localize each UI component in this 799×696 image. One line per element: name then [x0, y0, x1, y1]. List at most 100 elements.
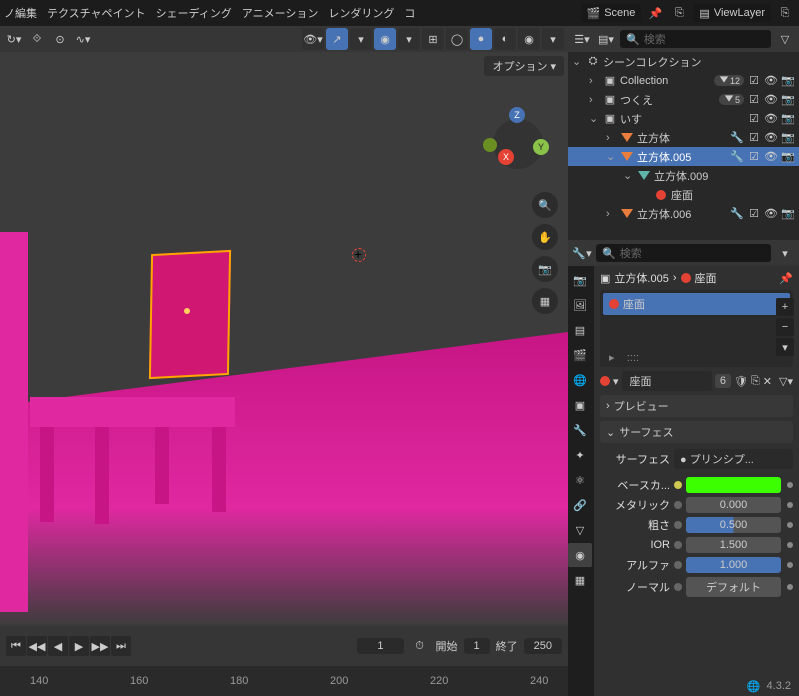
shading-render[interactable]: ◉ [518, 28, 540, 50]
value-field[interactable]: 0.500 [686, 517, 781, 533]
new-viewlayer-icon[interactable]: ⎘ [775, 3, 795, 23]
hide-toggle[interactable]: 👁 [764, 207, 778, 220]
tab-render[interactable]: 📷 [568, 268, 592, 292]
hide-toggle[interactable]: 👁 [764, 131, 778, 144]
pin-icon[interactable]: 📌 [779, 272, 793, 285]
tab-output[interactable]: 🖼 [568, 293, 592, 317]
tab-scene[interactable]: 🎬 [568, 343, 592, 367]
axis-y[interactable]: Y [533, 139, 549, 155]
tab-material[interactable]: ◉ [568, 543, 592, 567]
disclosure-icon[interactable]: › [606, 208, 617, 220]
render-toggle[interactable]: 📷 [781, 74, 795, 87]
input-socket-icon[interactable] [674, 481, 682, 489]
scene-selector[interactable]: 🎬 Scene [581, 4, 642, 22]
menu-edit[interactable]: ノ編集 [4, 5, 37, 21]
value-field[interactable]: 0.000 [686, 497, 781, 513]
timeline-ruler[interactable]: 140 160 180 200 220 240 [0, 666, 568, 696]
shading-matcap[interactable]: ◐ [494, 28, 516, 50]
shader-dropdown[interactable]: ● プリンシプ... [674, 449, 793, 469]
material-slot[interactable]: 座面 [603, 293, 790, 315]
mode-dropdown[interactable]: ↻▾ [4, 29, 24, 49]
render-toggle[interactable]: 📷 [781, 150, 795, 163]
browse-material[interactable]: ▾ [613, 375, 619, 388]
tab-mesh[interactable]: ▽ [568, 518, 592, 542]
animate-icon[interactable] [787, 562, 793, 568]
input-socket-icon[interactable] [674, 561, 682, 569]
animate-icon[interactable] [787, 584, 793, 590]
outliner-tree[interactable]: ⌄⛭シーンコレクション›▣Collection12☑👁📷›▣つくえ5☑👁📷⌄▣い… [568, 52, 799, 240]
tree-row[interactable]: 座面 [568, 185, 799, 204]
menu-anim[interactable]: アニメーション [242, 5, 319, 21]
panel-preview[interactable]: › プレビュー [600, 395, 793, 417]
tree-row[interactable]: ⌄立方体.005🔧☑👁📷 [568, 147, 799, 166]
menu-texpaint[interactable]: テクスチャペイント [47, 5, 146, 21]
add-slot-button[interactable]: + [776, 298, 794, 316]
modifier-icon[interactable]: 🔧 [730, 207, 744, 220]
perspective-icon[interactable]: ▦ [532, 288, 558, 314]
value-field[interactable]: デフォルト [686, 577, 781, 597]
exclude-toggle[interactable]: ☑ [747, 150, 761, 163]
next-key-button[interactable]: ▶▶ [90, 636, 110, 656]
breadcrumb-obj[interactable]: 立方体.005 [614, 270, 668, 286]
exclude-toggle[interactable]: ☑ [747, 112, 761, 125]
input-socket-icon[interactable] [674, 501, 682, 509]
disclosure-icon[interactable]: ⌄ [623, 169, 634, 182]
curve-icon[interactable]: ∿▾ [73, 29, 93, 49]
slot-menu-button[interactable]: ▾ [776, 338, 794, 356]
render-toggle[interactable]: 📷 [781, 131, 795, 144]
breadcrumb-mat[interactable]: 座面 [695, 270, 717, 286]
pan-icon[interactable]: ✋ [532, 224, 558, 250]
exclude-toggle[interactable]: ☑ [747, 207, 761, 220]
prev-key-button[interactable]: ◀◀ [27, 636, 47, 656]
tree-row[interactable]: ›立方体.006🔧☑👁📷 [568, 204, 799, 223]
zoom-icon[interactable]: 🔍 [532, 192, 558, 218]
modifier-icon[interactable]: 🔧 [730, 150, 744, 163]
hide-toggle[interactable]: 👁 [764, 150, 778, 163]
tree-row[interactable]: ›立方体🔧☑👁📷 [568, 128, 799, 147]
tab-physics[interactable]: ⚛ [568, 468, 592, 492]
viewlayer-selector[interactable]: ▤ ViewLayer [693, 4, 771, 22]
color-field[interactable] [686, 477, 781, 493]
render-toggle[interactable]: 📷 [781, 207, 795, 220]
play-button[interactable]: ▶ [69, 636, 89, 656]
autokey-icon[interactable]: ⏱ [410, 636, 430, 656]
tab-texture[interactable]: ▦ [568, 568, 592, 592]
disclosure-icon[interactable]: › [589, 94, 600, 106]
3d-viewport[interactable]: オプション ▾ Z Y X 🔍 ✋ 📷 ▦ [0, 52, 568, 626]
animate-icon[interactable] [787, 542, 793, 548]
gizmo-dropdown[interactable]: ▾ [350, 28, 372, 50]
disclosure-icon[interactable]: › [606, 132, 617, 144]
value-field[interactable]: 1.500 [686, 537, 781, 553]
material-name-field[interactable]: 座面 [622, 371, 712, 391]
nav-gizmo[interactable]: Z Y X [483, 107, 553, 177]
pivot-icon[interactable]: ⟐ [27, 29, 47, 49]
jump-start-button[interactable]: ⏮ [6, 636, 26, 656]
overlay-dropdown[interactable]: ▾ [398, 28, 420, 50]
disclosure-icon[interactable]: › [589, 75, 600, 87]
hide-toggle[interactable]: 👁 [764, 74, 778, 87]
menu-shading[interactable]: シェーディング [156, 5, 232, 21]
unlink-icon[interactable]: ✕ [763, 375, 772, 388]
hide-toggle[interactable]: 👁 [764, 93, 778, 106]
tree-row[interactable]: ›▣Collection12☑👁📷 [568, 71, 799, 90]
exclude-toggle[interactable]: ☑ [747, 93, 761, 106]
shading-dropdown[interactable]: ▾ [542, 28, 564, 50]
animate-icon[interactable] [787, 482, 793, 488]
exclude-toggle[interactable]: ☑ [747, 74, 761, 87]
axis-z[interactable]: Z [509, 107, 525, 123]
end-frame-field[interactable]: 250 [524, 638, 562, 654]
xray-toggle[interactable]: ⊞ [422, 28, 444, 50]
fake-user-icon[interactable]: 🛡 [734, 375, 748, 388]
menu-render[interactable]: レンダリング [328, 5, 394, 21]
play-rev-button[interactable]: ◀ [48, 636, 68, 656]
render-toggle[interactable]: 📷 [781, 112, 795, 125]
tree-row[interactable]: ⌄立方体.009 [568, 166, 799, 185]
tree-row[interactable]: ⌄⛭シーンコレクション [568, 52, 799, 71]
jump-end-button[interactable]: ⏭ [111, 636, 131, 656]
input-socket-icon[interactable] [674, 541, 682, 549]
exclude-toggle[interactable]: ☑ [747, 131, 761, 144]
render-toggle[interactable]: 📷 [781, 93, 795, 106]
hide-toggle[interactable]: 👁 [764, 112, 778, 125]
copy-icon[interactable]: ⎘ [669, 3, 689, 23]
user-count[interactable]: 6 [715, 374, 731, 388]
